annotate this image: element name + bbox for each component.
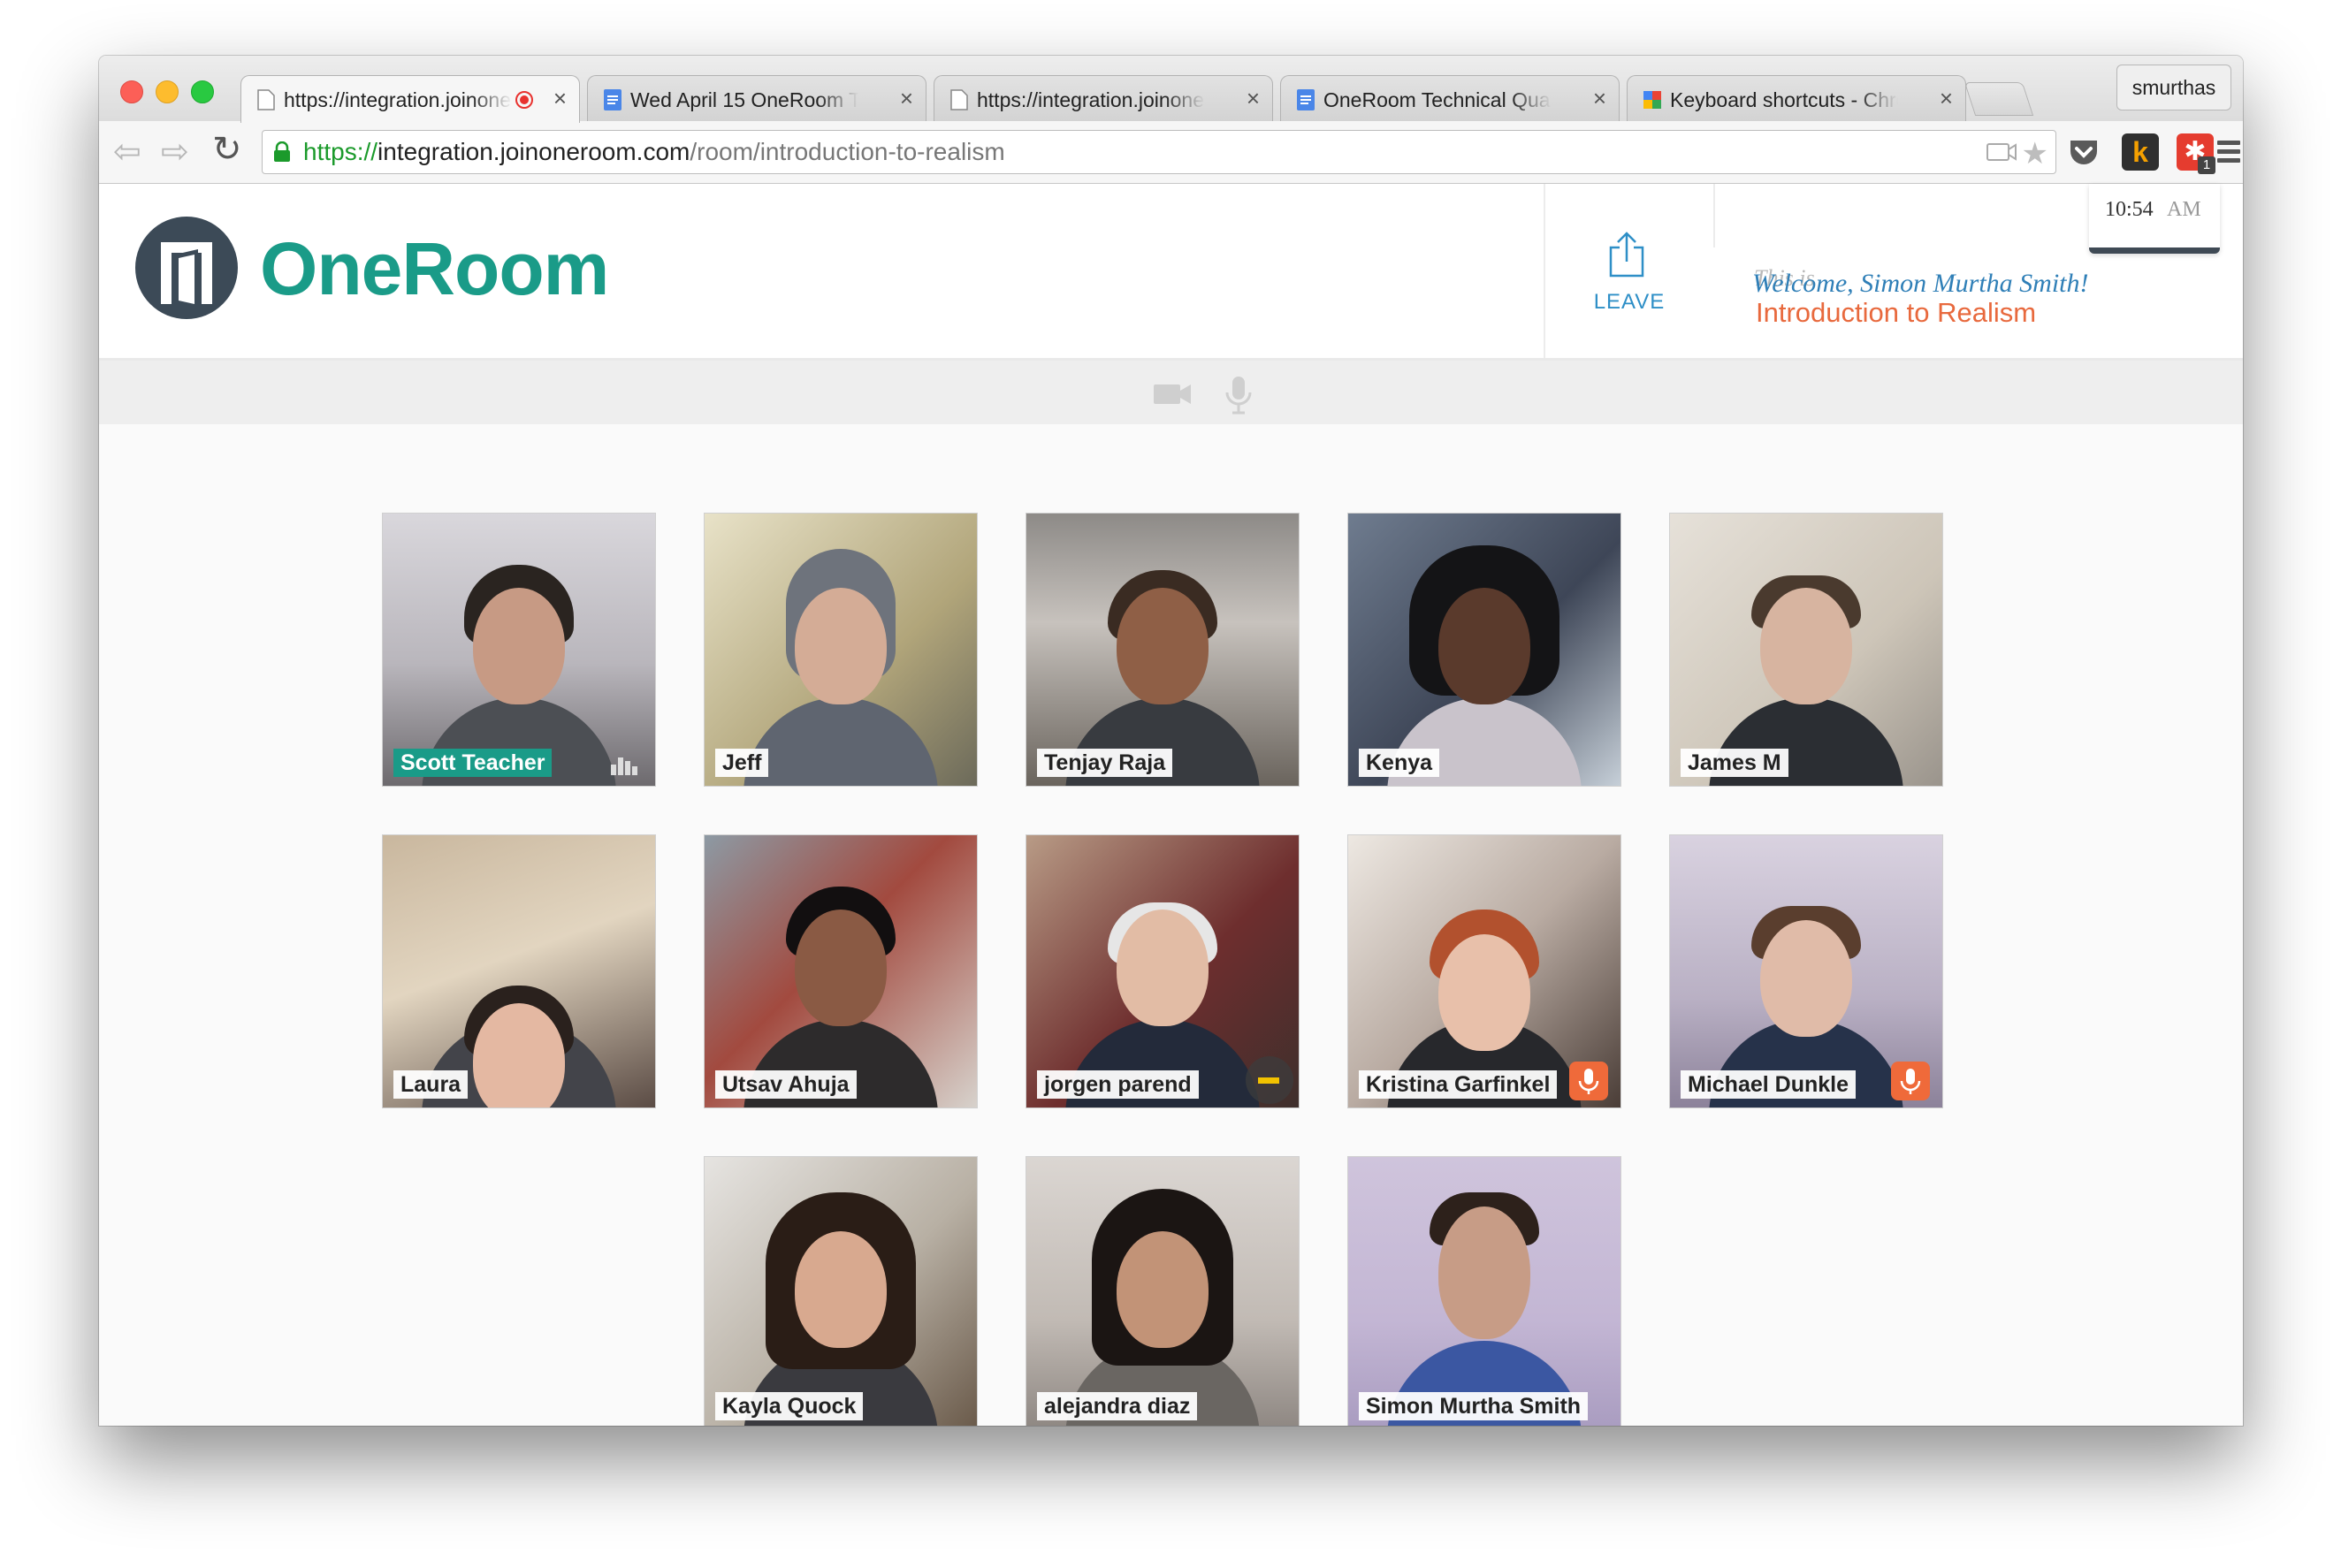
docs-icon bbox=[1297, 89, 1315, 110]
address-bar[interactable]: https://integration.joinoneroom.com/room… bbox=[262, 130, 2056, 174]
leave-label: LEAVE bbox=[1593, 290, 1666, 314]
participant-name: alejandra diaz bbox=[1037, 1392, 1198, 1420]
window-minimize-button[interactable] bbox=[156, 80, 179, 103]
pocket-extension-icon[interactable] bbox=[2065, 133, 2102, 171]
participant-tile[interactable]: jorgen parend bbox=[1026, 834, 1300, 1108]
camera-toggle-icon[interactable] bbox=[1153, 382, 1192, 407]
profile-button[interactable]: smurthas bbox=[2116, 65, 2231, 110]
media-controls-bar bbox=[99, 361, 2243, 424]
clock-ampm: AM bbox=[2167, 198, 2201, 221]
menu-icon[interactable] bbox=[2217, 141, 2240, 167]
participant-name: Simon Murtha Smith bbox=[1359, 1392, 1589, 1420]
oneroom-page: OneRoom LEAVE This is Welcome, Simon Mur… bbox=[99, 184, 2243, 1426]
participant-tile[interactable]: Scott Teacher bbox=[382, 513, 656, 787]
window-close-button[interactable] bbox=[120, 80, 143, 103]
welcome-message: Welcome, Simon Murtha Smith! bbox=[1752, 269, 2089, 298]
tab-april-15-test[interactable]: Wed April 15 OneRoom Test × bbox=[587, 75, 926, 121]
participant-name: Kayla Quock bbox=[715, 1392, 864, 1420]
participant-name: Jeff bbox=[715, 749, 769, 777]
participant-name: jorgen parend bbox=[1037, 1070, 1199, 1099]
participant-name: Michael Dunkle bbox=[1681, 1070, 1856, 1099]
tab-title: https://integration.joinoneroom.com bbox=[977, 88, 1205, 111]
participant-tile[interactable]: Kayla Quock bbox=[704, 1156, 978, 1426]
tab-title: Wed April 15 OneRoom Test bbox=[630, 88, 858, 111]
participant-tile[interactable]: Jeff bbox=[704, 513, 978, 787]
browser-window: https://integration.joinoneroom.com/room… bbox=[99, 56, 2243, 1426]
url-host: integration.joinoneroom.com bbox=[377, 138, 690, 165]
tab-strip: https://integration.joinoneroom.com/room… bbox=[99, 56, 2243, 123]
participant-name: Scott Teacher bbox=[393, 749, 553, 777]
tab-oneroom-room[interactable]: https://integration.joinoneroom.com/room… bbox=[240, 75, 580, 123]
lock-icon bbox=[274, 141, 290, 162]
window-maximize-button[interactable] bbox=[191, 80, 214, 103]
clock-time: 10:54 bbox=[2105, 198, 2154, 221]
participant-tile[interactable]: Laura bbox=[382, 834, 656, 1108]
brand-name: OneRoom bbox=[260, 227, 609, 310]
participant-name: Kristina Garfinkel bbox=[1359, 1070, 1558, 1099]
bookmark-star-icon[interactable]: ★ bbox=[2022, 136, 2048, 171]
url-scheme: https:// bbox=[303, 138, 378, 165]
participant-tile[interactable]: Michael Dunkle bbox=[1669, 834, 1943, 1108]
reload-icon[interactable]: ↻ bbox=[212, 129, 242, 170]
share-exit-icon bbox=[1609, 232, 1644, 278]
mic-muted-icon bbox=[1891, 1062, 1930, 1100]
microphone-toggle-icon[interactable] bbox=[1224, 375, 1254, 415]
mic-muted-icon bbox=[1569, 1062, 1608, 1100]
tab-close-icon[interactable]: × bbox=[1593, 85, 1606, 112]
camera-permission-icon[interactable] bbox=[1986, 141, 2017, 163]
forward-arrow-icon[interactable]: ⇨ bbox=[161, 132, 189, 171]
k-extension-icon[interactable]: k bbox=[2122, 133, 2159, 171]
recording-icon bbox=[515, 91, 533, 109]
participant-tile[interactable]: Utsav Ahuja bbox=[704, 834, 978, 1108]
google-icon bbox=[1643, 91, 1661, 109]
tab-title: https://integration.joinoneroom.com/room… bbox=[284, 88, 512, 111]
page-icon bbox=[257, 89, 275, 110]
page-icon bbox=[950, 89, 968, 110]
back-arrow-icon[interactable]: ⇦ bbox=[113, 132, 141, 171]
clock-widget: 10:54 AM bbox=[2089, 184, 2220, 254]
participant-tile[interactable]: James M bbox=[1669, 513, 1943, 787]
participant-tile[interactable]: Tenjay Raja bbox=[1026, 513, 1300, 787]
participant-name: Tenjay Raja bbox=[1037, 749, 1173, 777]
tab-close-icon[interactable]: × bbox=[553, 85, 567, 112]
oneroom-logo-icon bbox=[135, 217, 238, 319]
participant-tile[interactable]: Kristina Garfinkel bbox=[1347, 834, 1621, 1108]
new-tab-button[interactable] bbox=[1964, 82, 2034, 116]
tab-title: Keyboard shortcuts - Chrome bbox=[1670, 88, 1898, 111]
url-text: https://integration.joinoneroom.com/room… bbox=[303, 138, 1005, 166]
participant-tile[interactable]: Kenya bbox=[1347, 513, 1621, 787]
participant-name: Kenya bbox=[1359, 749, 1440, 777]
participant-name: Utsav Ahuja bbox=[715, 1070, 857, 1099]
tab-close-icon[interactable]: × bbox=[1247, 85, 1260, 112]
course-title: Introduction to Realism bbox=[1756, 297, 2037, 328]
docs-icon bbox=[604, 89, 621, 110]
video-muted-icon bbox=[1246, 1056, 1293, 1104]
url-path: /room/introduction-to-realism bbox=[690, 138, 1005, 165]
participant-tile[interactable]: alejandra diaz bbox=[1026, 1156, 1300, 1426]
tab-title: OneRoom Technical Quality bbox=[1323, 88, 1552, 111]
app-header: OneRoom LEAVE This is Welcome, Simon Mur… bbox=[99, 184, 2243, 361]
leave-button[interactable]: LEAVE bbox=[1544, 184, 1715, 358]
tab-close-icon[interactable]: × bbox=[900, 85, 913, 112]
participant-name: Laura bbox=[393, 1070, 469, 1099]
audio-level-icon bbox=[611, 757, 637, 775]
tab-close-icon[interactable]: × bbox=[1940, 85, 1953, 112]
tab-keyboard-shortcuts[interactable]: Keyboard shortcuts - Chrome × bbox=[1627, 75, 1966, 121]
participant-tile[interactable]: Simon Murtha Smith bbox=[1347, 1156, 1621, 1426]
browser-toolbar: ⇦ ⇨ ↻ https://integration.joinoneroom.co… bbox=[99, 121, 2243, 184]
participant-name: James M bbox=[1681, 749, 1788, 777]
tab-integration[interactable]: https://integration.joinoneroom.com × bbox=[934, 75, 1273, 121]
extension-badge: 1 bbox=[2198, 156, 2215, 174]
tab-technical-quality[interactable]: OneRoom Technical Quality × bbox=[1280, 75, 1620, 121]
